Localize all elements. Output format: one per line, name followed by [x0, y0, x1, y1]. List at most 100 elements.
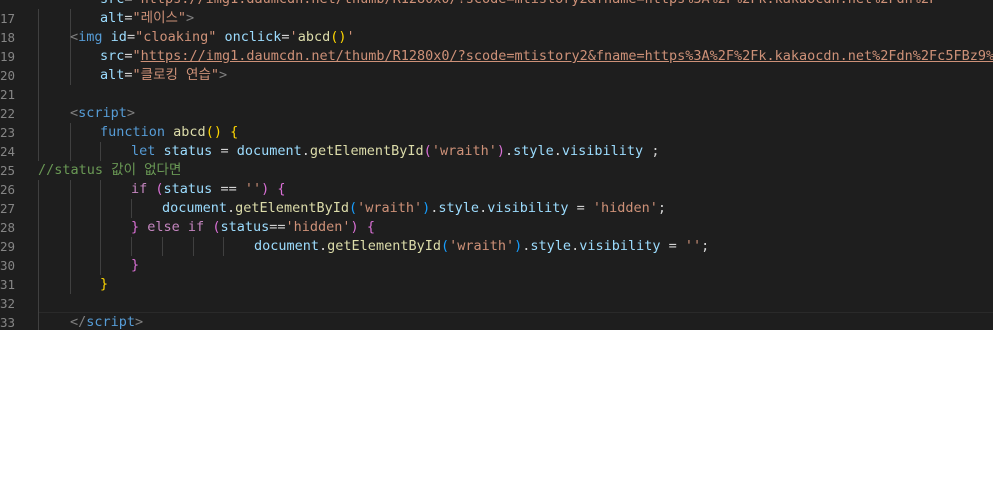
code-token: https://img1.daumcdn.net/thumb/R1280x0/?…	[140, 48, 993, 64]
code-token: script	[86, 314, 136, 330]
indent-guide	[38, 123, 39, 142]
indent-guide	[70, 123, 71, 142]
code-token: </	[70, 314, 87, 330]
code-line[interactable]: 28} else if (status=='hidden') {	[0, 218, 993, 237]
code-line[interactable]: 27 document.getElementById('wraith').styl…	[0, 199, 993, 218]
code-token: style	[530, 238, 572, 254]
code-line[interactable]: 32	[0, 294, 993, 313]
code-token: getElementById	[309, 143, 424, 159]
code-line[interactable]: 23 function abcd() {	[0, 123, 993, 142]
indent-guide	[38, 104, 39, 123]
indent-guide	[38, 294, 39, 313]
code-token: .	[301, 143, 310, 159]
code-token: status	[163, 143, 213, 159]
code-text: src="https://img1.daumcdn.net/thumb/R128…	[100, 47, 993, 66]
code-token: 'hidden'	[285, 219, 351, 235]
code-token: alt	[100, 67, 125, 83]
code-token: .	[479, 200, 488, 216]
code-line[interactable]: 21	[0, 85, 993, 104]
line-number: 17	[0, 11, 16, 26]
code-token: "클로킹 연습"	[132, 67, 220, 83]
code-token: =	[124, 67, 133, 83]
code-text: alt="레이스">	[100, 9, 194, 28]
code-token: 'wraith'	[357, 200, 423, 216]
line-number: 24	[0, 144, 16, 159]
code-token: =	[126, 29, 136, 45]
indent-guide	[100, 180, 101, 199]
code-line[interactable]: 30}	[0, 256, 993, 275]
indent-guide	[223, 237, 224, 256]
code-token: >	[126, 105, 136, 121]
indent-guide	[38, 199, 39, 218]
code-token: if	[131, 181, 148, 197]
code-token: visibility	[579, 238, 661, 254]
code-token: .	[553, 143, 562, 159]
code-token: ;	[643, 143, 660, 159]
code-token: {	[230, 124, 239, 140]
code-line[interactable]: 19 src="https://img1.daumcdn.net/thumb/R1…	[0, 47, 993, 66]
code-token: =	[124, 48, 133, 64]
line-number: 29	[0, 239, 16, 254]
line-number: 18	[0, 30, 16, 45]
code-line[interactable]: 20 alt="클로킹 연습">	[0, 66, 993, 85]
code-token: )	[496, 143, 505, 159]
code-line[interactable]: 17 alt="레이스">	[0, 9, 993, 28]
code-line[interactable]: 29 document.getElementById('wraith').styl…	[0, 237, 993, 256]
code-text: document.getElementById('wraith').style.…	[254, 237, 709, 256]
code-token: '	[289, 29, 298, 45]
indent-guide	[70, 218, 71, 237]
code-token: =	[281, 29, 290, 45]
code-editor[interactable]: src="https://img1.daumcdn.net/thumb/R128…	[0, 0, 993, 330]
code-token: =	[660, 238, 685, 254]
code-token: ''	[684, 238, 702, 254]
code-token: =	[124, 10, 133, 26]
code-text: alt="클로킹 연습">	[100, 66, 227, 85]
line-number: 19	[0, 49, 16, 64]
indent-guide	[70, 237, 71, 256]
indent-guide	[38, 9, 39, 28]
code-token: {	[366, 219, 375, 235]
indent-guide	[131, 199, 132, 218]
indent-guide	[38, 275, 39, 294]
code-token: ()	[205, 124, 222, 140]
line-number: 22	[0, 106, 16, 121]
indent-guide	[70, 275, 71, 294]
code-token: visibility	[561, 143, 644, 159]
code-token: (	[423, 143, 432, 159]
code-token: script	[78, 105, 127, 121]
code-line[interactable]: 24 let status = document.getElementById('…	[0, 142, 993, 161]
indent-guide	[38, 218, 39, 237]
indent-guide	[38, 28, 39, 47]
code-line[interactable]: 31}	[0, 275, 993, 294]
code-text: function abcd() {	[100, 123, 238, 142]
code-line[interactable]: 26 if (status == '') {	[0, 180, 993, 199]
indent-guide	[162, 237, 163, 256]
code-text: //status 값이 없다면	[38, 161, 181, 180]
indent-guide	[70, 180, 71, 199]
code-token: document	[236, 143, 302, 159]
code-line[interactable]: 18 <img id="cloaking" onclick='abcd()'	[0, 28, 993, 47]
code-line[interactable]: 25 //status 값이 없다면	[0, 161, 993, 180]
code-token: "레이스"	[132, 10, 187, 26]
code-token: }	[131, 219, 140, 235]
code-token: 'hidden'	[592, 200, 658, 216]
code-token: (	[440, 238, 450, 254]
line-number: 26	[0, 182, 16, 197]
code-token: ;	[701, 238, 710, 254]
code-token: >	[219, 67, 228, 83]
line-number: 33	[0, 315, 16, 330]
code-token: status	[163, 181, 213, 197]
code-line[interactable]: 22 <script>	[0, 104, 993, 123]
code-token: ''	[244, 181, 262, 197]
line-number: 20	[0, 68, 16, 83]
code-token: getElementById	[327, 238, 441, 254]
line-number: 25	[0, 163, 16, 178]
code-line[interactable]: 33 </script>	[0, 313, 993, 330]
code-token: style	[438, 200, 480, 216]
code-token: alt	[100, 10, 125, 26]
code-token: src	[100, 48, 125, 64]
indent-guide	[100, 256, 101, 275]
code-text: <img id="cloaking" onclick='abcd()'	[70, 28, 355, 47]
